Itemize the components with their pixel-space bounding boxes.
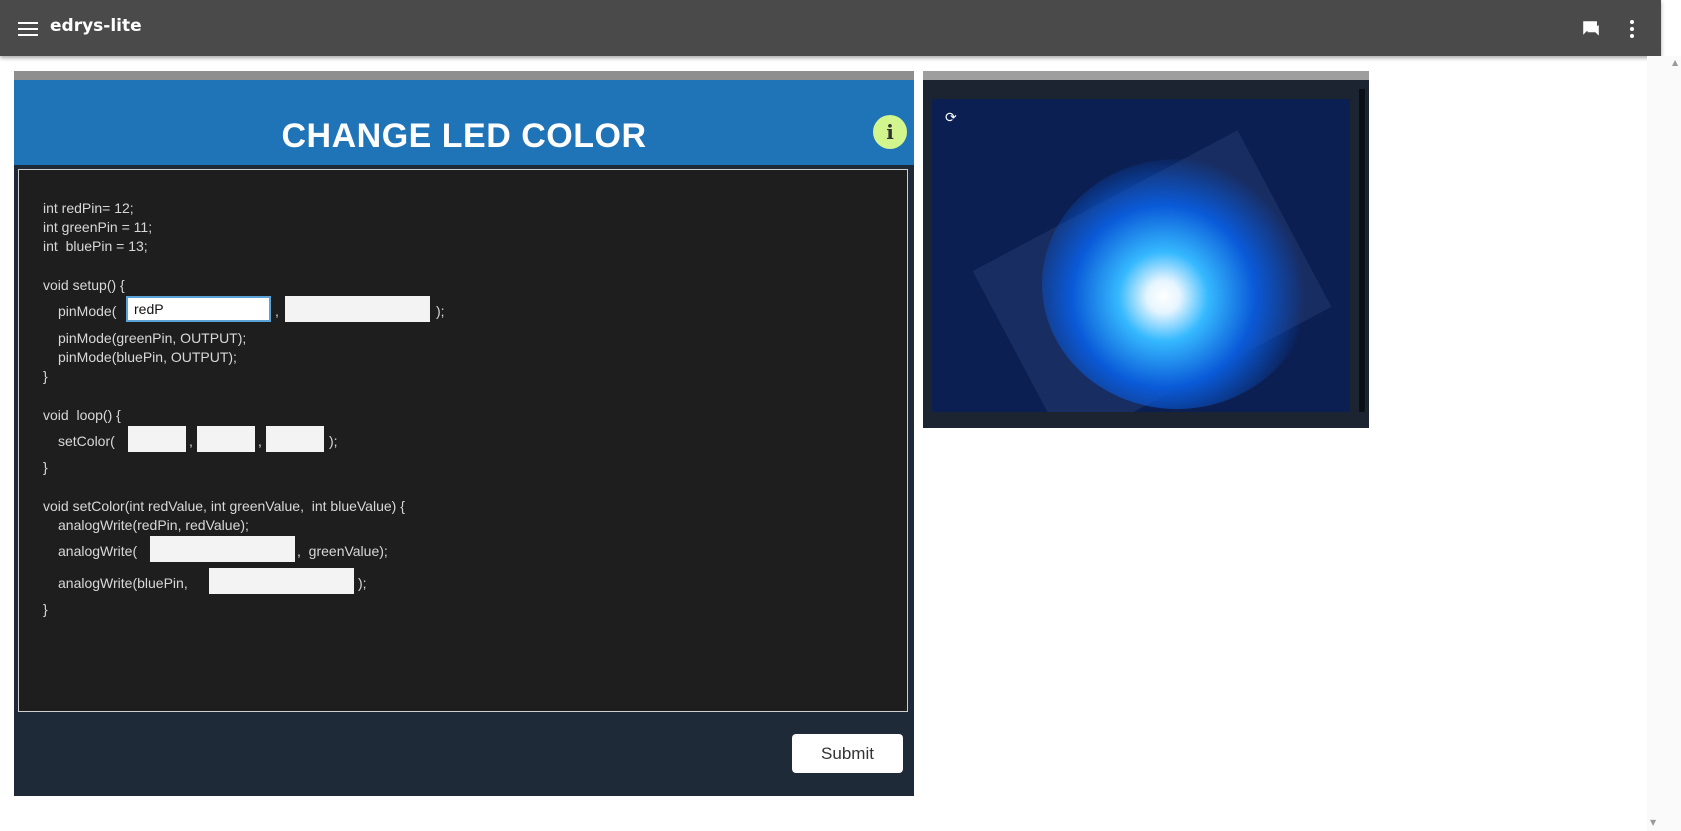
- page-scrollbar[interactable]: [1647, 56, 1681, 831]
- app-toolbar: edrys-lite: [0, 0, 1661, 56]
- code-line: void setColor(int redValue, int greenVal…: [43, 498, 405, 514]
- chat-icon[interactable]: [1580, 18, 1602, 40]
- code-line: setColor(: [58, 433, 115, 449]
- code-line: int bluePin = 13;: [43, 238, 148, 254]
- analog-green-pin-input[interactable]: [150, 536, 295, 562]
- code-comma: ,: [189, 433, 193, 449]
- led-glow: [1042, 159, 1312, 409]
- code-line: );: [436, 303, 445, 319]
- code-line: analogWrite(: [58, 543, 138, 559]
- setcolor-blue-input[interactable]: [266, 426, 324, 452]
- more-vertical-icon[interactable]: [1626, 18, 1638, 40]
- camera-stream: [932, 99, 1350, 412]
- led-exercise-panel: CHANGE LED COLOR i int redPin= 12; int g…: [14, 71, 914, 796]
- code-line: }: [43, 368, 48, 384]
- code-line: );: [329, 433, 338, 449]
- app-title: edrys-lite: [50, 16, 142, 36]
- code-comma: ,: [275, 303, 279, 319]
- code-line: }: [43, 459, 48, 475]
- pinmode-pin-input[interactable]: [126, 296, 271, 322]
- code-line: , greenValue);: [297, 543, 388, 559]
- panel-title: CHANGE LED COLOR: [281, 117, 647, 155]
- code-line: analogWrite(redPin, redValue);: [58, 517, 249, 533]
- code-line: void setup() {: [43, 277, 125, 293]
- code-line: );: [358, 575, 367, 591]
- panel-header: CHANGE LED COLOR: [14, 80, 914, 165]
- pinmode-mode-input[interactable]: [285, 296, 430, 322]
- camera-panel: [923, 71, 1369, 428]
- code-line: }: [43, 601, 48, 617]
- analog-blue-value-input[interactable]: [209, 568, 354, 594]
- panel-drag-bar[interactable]: [14, 71, 914, 80]
- code-editor: int redPin= 12; int greenPin = 11; int b…: [18, 169, 908, 712]
- code-line: int redPin= 12;: [43, 200, 134, 216]
- info-button[interactable]: i: [873, 115, 907, 149]
- menu-icon[interactable]: [18, 18, 38, 38]
- setcolor-red-input[interactable]: [128, 426, 186, 452]
- submit-button[interactable]: Submit: [792, 734, 903, 773]
- code-comma: ,: [258, 433, 262, 449]
- refresh-icon[interactable]: ⟳: [945, 110, 959, 126]
- code-line: pinMode(: [58, 303, 117, 319]
- code-line: pinMode(bluePin, OUTPUT);: [58, 349, 237, 365]
- code-line: analogWrite(bluePin,: [58, 575, 188, 591]
- scroll-up-icon[interactable]: ▲: [1672, 58, 1678, 67]
- code-line: void loop() {: [43, 407, 121, 423]
- code-line: pinMode(greenPin, OUTPUT);: [58, 330, 247, 346]
- camera-scrollbar[interactable]: [1359, 89, 1365, 412]
- panel-drag-bar[interactable]: [923, 71, 1369, 80]
- code-line: int greenPin = 11;: [43, 219, 153, 235]
- scroll-down-icon[interactable]: ▼: [1650, 818, 1656, 827]
- setcolor-green-input[interactable]: [197, 426, 255, 452]
